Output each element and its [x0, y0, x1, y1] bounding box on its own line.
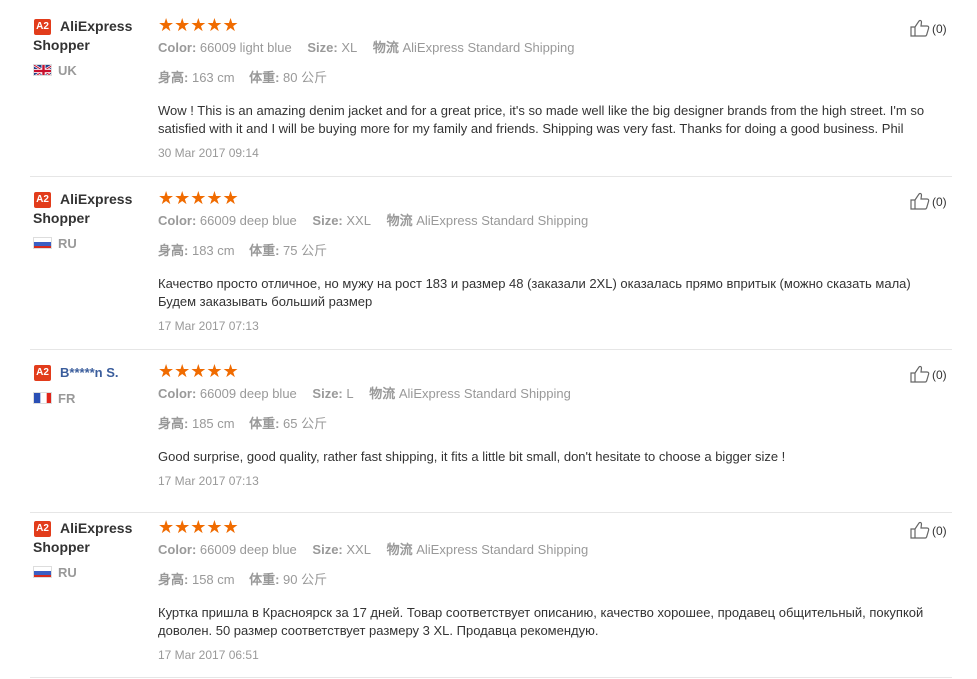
size-label: Size:	[312, 542, 343, 557]
color-value: 66009 deep blue	[199, 386, 297, 401]
weight-label: 体重:	[249, 416, 280, 431]
size-value: XL	[341, 40, 358, 55]
weight-label: 体重:	[249, 572, 280, 587]
height-label: 身高:	[158, 572, 189, 587]
color-label: Color:	[158, 386, 197, 401]
size-value: XXL	[346, 213, 371, 228]
height-value: 163 cm	[191, 70, 235, 85]
weight-label: 体重:	[249, 243, 280, 258]
helpful-count: (0)	[932, 368, 947, 382]
weight-value: 80 公斤	[283, 70, 328, 85]
color-label: Color:	[158, 542, 197, 557]
helpful-button[interactable]: (0)	[910, 365, 947, 384]
thumbs-up-icon	[910, 365, 930, 383]
country-code: RU	[58, 236, 77, 251]
body-measurements: 身高: 158 cm 体重: 90 公斤	[158, 571, 327, 589]
reviewer-name[interactable]: B*****n S.	[33, 363, 143, 382]
order-attributes: Color: 66009 deep blue Size: L 物流 AliExp…	[158, 385, 583, 403]
helpful-button[interactable]: (0)	[910, 521, 947, 540]
reviewer-country: RU	[33, 236, 77, 252]
review-date: 30 Mar 2017 09:14	[158, 146, 259, 160]
rating-stars: ★★★★★	[158, 188, 239, 208]
height-value: 158 cm	[191, 572, 235, 587]
divider	[30, 176, 952, 177]
review-date: 17 Mar 2017 07:13	[158, 319, 259, 333]
reviewer-name: AliExpress Shopper	[33, 520, 133, 555]
rating-stars: ★★★★★	[158, 15, 239, 35]
height-value: 185 cm	[191, 416, 235, 431]
weight-value: 90 公斤	[283, 572, 328, 587]
order-attributes: Color: 66009 light blue Size: XL 物流 AliE…	[158, 39, 586, 57]
review-date: 17 Mar 2017 06:51	[158, 648, 259, 662]
reviewer-country: FR	[33, 391, 75, 407]
reviewer-name: AliExpress Shopper	[33, 191, 133, 226]
weight-label: 体重:	[249, 70, 280, 85]
order-attributes: Color: 66009 deep blue Size: XXL 物流 AliE…	[158, 541, 600, 559]
shipping-label: 物流	[386, 542, 413, 557]
shipping-value: AliExpress Standard Shipping	[416, 213, 589, 228]
height-value: 183 cm	[191, 243, 235, 258]
shipping-label: 物流	[372, 40, 399, 55]
helpful-button[interactable]: (0)	[910, 192, 947, 211]
review-text: Wow ! This is an amazing denim jacket an…	[158, 103, 925, 136]
size-label: Size:	[312, 213, 343, 228]
rating-stars: ★★★★★	[158, 361, 239, 381]
order-attributes: Color: 66009 deep blue Size: XXL 物流 AliE…	[158, 212, 600, 230]
shipping-value: AliExpress Standard Shipping	[416, 542, 589, 557]
review-text: Куртка пришла в Красноярск за 17 дней. Т…	[158, 605, 924, 638]
shipping-label: 物流	[386, 213, 413, 228]
helpful-count: (0)	[932, 22, 947, 36]
color-value: 66009 deep blue	[199, 542, 297, 557]
thumbs-up-icon	[910, 521, 930, 539]
shipping-label: 物流	[369, 386, 396, 401]
divider	[30, 677, 952, 678]
size-label: Size:	[312, 386, 343, 401]
shipping-value: AliExpress Standard Shipping	[402, 40, 575, 55]
thumbs-up-icon	[910, 192, 930, 210]
france-flag-icon	[33, 392, 52, 404]
reviewer-country: UK	[33, 63, 77, 79]
height-label: 身高:	[158, 416, 189, 431]
helpful-button[interactable]: (0)	[910, 19, 947, 38]
rating-stars: ★★★★★	[158, 517, 239, 537]
color-value: 66009 deep blue	[199, 213, 297, 228]
review-text: Good surprise, good quality, rather fast…	[158, 449, 786, 464]
weight-value: 75 公斤	[283, 243, 328, 258]
color-value: 66009 light blue	[199, 40, 292, 55]
country-code: RU	[58, 565, 77, 580]
thumbs-up-icon	[910, 19, 930, 37]
size-value: XXL	[346, 542, 371, 557]
country-code: FR	[58, 391, 76, 406]
divider	[30, 349, 952, 350]
body-measurements: 身高: 185 cm 体重: 65 公斤	[158, 415, 327, 433]
color-label: Color:	[158, 40, 197, 55]
shipping-value: AliExpress Standard Shipping	[398, 386, 571, 401]
height-label: 身高:	[158, 70, 189, 85]
weight-value: 65 公斤	[283, 416, 328, 431]
body-measurements: 身高: 183 cm 体重: 75 公斤	[158, 242, 327, 260]
helpful-count: (0)	[932, 524, 947, 538]
uk-flag-icon	[33, 64, 52, 76]
divider	[30, 512, 952, 513]
reviewer-name: AliExpress Shopper	[33, 18, 133, 53]
body-measurements: 身高: 163 cm 体重: 80 公斤	[158, 69, 327, 87]
review-date: 17 Mar 2017 07:13	[158, 474, 259, 488]
size-label: Size:	[307, 40, 338, 55]
helpful-count: (0)	[932, 195, 947, 209]
country-code: UK	[58, 63, 77, 78]
review-text: Качество просто отличное, но мужу на рос…	[158, 276, 911, 309]
size-value: L	[346, 386, 354, 401]
russia-flag-icon	[33, 566, 52, 578]
height-label: 身高:	[158, 243, 189, 258]
russia-flag-icon	[33, 237, 52, 249]
color-label: Color:	[158, 213, 197, 228]
reviewer-country: RU	[33, 565, 77, 581]
